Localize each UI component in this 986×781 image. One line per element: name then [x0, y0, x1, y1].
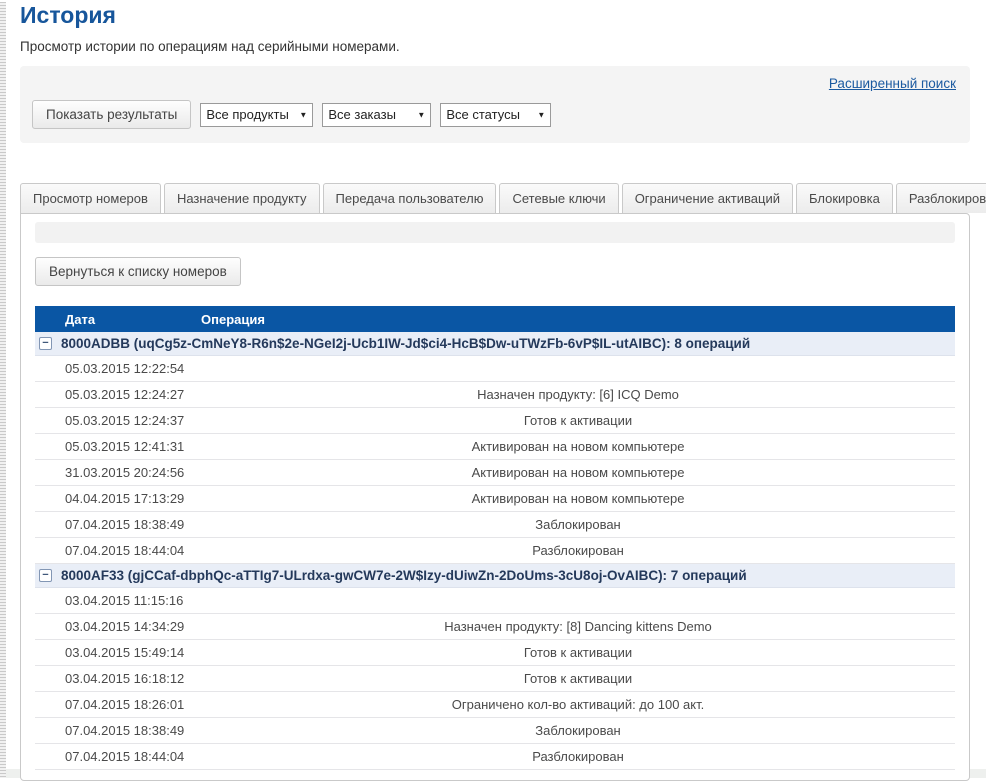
left-gutter: [0, 2, 6, 778]
history-table: Дата Операция − 8000ADBB (uqCg5z-CmNeY8-…: [35, 306, 955, 770]
show-results-button[interactable]: Показать результаты: [32, 100, 191, 129]
history-tab-panel: Вернуться к списку номеров Дата Операция…: [20, 213, 970, 781]
back-button-row: Вернуться к списку номеров: [35, 257, 955, 286]
column-header-operation: Операция: [201, 312, 955, 327]
tab-block[interactable]: Блокировка: [796, 183, 893, 213]
history-row: 03.04.2015 15:49:14 Готов к активации: [35, 640, 955, 666]
history-row-date: 05.03.2015 12:24:37: [65, 413, 201, 428]
history-row-date: 05.03.2015 12:24:27: [65, 387, 201, 402]
history-row-operation: Заблокирован: [201, 517, 955, 532]
history-row-operation: Готов к активации: [201, 413, 955, 428]
serial-group-row[interactable]: − 8000AF33 (gjCCaf-dbphQc-aTTIg7-ULrdxa-…: [35, 564, 955, 588]
tab-unblock[interactable]: Разблокировка: [896, 183, 986, 213]
history-row: 07.04.2015 18:44:04 Разблокирован: [35, 538, 955, 564]
page-subtitle: Просмотр истории по операциям над серийн…: [20, 39, 970, 54]
history-row-operation: Назначен продукту: [6] ICQ Demo: [201, 387, 955, 402]
history-row-date: 03.04.2015 11:15:16: [65, 593, 201, 608]
history-row: 05.03.2015 12:22:54: [35, 356, 955, 382]
tab-network-keys[interactable]: Сетевые ключи: [499, 183, 618, 213]
history-row: 05.03.2015 12:24:37 Готов к активации: [35, 408, 955, 434]
advanced-search-row: Расширенный поиск: [32, 72, 958, 94]
filter-select-wrap: Все заказы ▼: [322, 103, 431, 127]
history-row: 07.04.2015 18:44:04 Разблокирован: [35, 744, 955, 770]
history-row-date: 07.04.2015 18:44:04: [65, 543, 201, 558]
history-row-date: 04.04.2015 17:13:29: [65, 491, 201, 506]
statuses-select[interactable]: Все статусы: [440, 103, 551, 127]
history-row-date: 07.04.2015 18:26:01: [65, 697, 201, 712]
history-row-date: 07.04.2015 18:38:49: [65, 517, 201, 532]
tab-view-numbers[interactable]: Просмотр номеров: [20, 183, 161, 213]
history-row-date: 03.04.2015 14:34:29: [65, 619, 201, 634]
history-row-operation: Активирован на новом компьютере: [201, 439, 955, 454]
table-header-row: Дата Операция: [35, 306, 955, 332]
filter-select-wrap: Все продукты ▼: [200, 103, 313, 127]
history-row: 03.04.2015 16:18:12 Готов к активации: [35, 666, 955, 692]
history-row-operation: Готов к активации: [201, 645, 955, 660]
history-row: 03.04.2015 11:15:16: [35, 588, 955, 614]
history-row: 03.04.2015 14:34:29 Назначен продукту: […: [35, 614, 955, 640]
history-row: 07.04.2015 18:38:49 Заблокирован: [35, 512, 955, 538]
orders-select[interactable]: Все заказы: [322, 103, 431, 127]
filter-panel: Расширенный поиск Показать результаты Вс…: [20, 66, 970, 143]
history-row-date: 05.03.2015 12:41:31: [65, 439, 201, 454]
history-row-date: 03.04.2015 15:49:14: [65, 645, 201, 660]
history-row-date: 07.04.2015 18:38:49: [65, 723, 201, 738]
history-row-operation: Активирован на новом компьютере: [201, 491, 955, 506]
collapse-icon[interactable]: −: [39, 569, 52, 582]
history-row: 07.04.2015 18:26:01 Ограничено кол-во ак…: [35, 692, 955, 718]
empty-message-strip: [35, 222, 955, 243]
advanced-search-link[interactable]: Расширенный поиск: [829, 76, 956, 91]
tab-assign-product[interactable]: Назначение продукту: [164, 183, 320, 213]
history-row-operation: Ограничено кол-во активаций: до 100 акт.: [201, 697, 955, 712]
history-row: 04.04.2015 17:13:29 Активирован на новом…: [35, 486, 955, 512]
history-row-operation: Разблокирован: [201, 543, 955, 558]
filter-select-wrap: Все статусы ▼: [440, 103, 551, 127]
page: История Просмотр истории по операциям на…: [20, 2, 970, 781]
products-select[interactable]: Все продукты: [200, 103, 313, 127]
serial-group-row[interactable]: − 8000ADBB (uqCg5z-CmNeY8-R6n$2e-NGeI2j-…: [35, 332, 955, 356]
tab-transfer-user[interactable]: Передача пользователю: [323, 183, 497, 213]
history-row-operation: Готов к активации: [201, 671, 955, 686]
filter-controls: Показать результаты Все продукты ▼ Все з…: [32, 100, 958, 129]
history-row-operation: Разблокирован: [201, 749, 955, 764]
column-header-date: Дата: [65, 312, 201, 327]
history-row-date: 31.03.2015 20:24:56: [65, 465, 201, 480]
history-row-operation: Активирован на новом компьютере: [201, 465, 955, 480]
history-row: 05.03.2015 12:24:27 Назначен продукту: […: [35, 382, 955, 408]
history-row-operation: Назначен продукту: [8] Dancing kittens D…: [201, 619, 955, 634]
collapse-icon[interactable]: −: [39, 337, 52, 350]
history-row-date: 05.03.2015 12:22:54: [65, 361, 201, 376]
serial-group-title: 8000ADBB (uqCg5z-CmNeY8-R6n$2e-NGeI2j-Uc…: [61, 336, 750, 351]
history-row: 05.03.2015 12:41:31 Активирован на новом…: [35, 434, 955, 460]
page-title: История: [20, 2, 970, 29]
history-row: 31.03.2015 20:24:56 Активирован на новом…: [35, 460, 955, 486]
history-row-date: 03.04.2015 16:18:12: [65, 671, 201, 686]
history-row: 07.04.2015 18:38:49 Заблокирован: [35, 718, 955, 744]
serial-group-title: 8000AF33 (gjCCaf-dbphQc-aTTIg7-ULrdxa-gw…: [61, 568, 747, 583]
tab-bar: Просмотр номеров Назначение продукту Пер…: [20, 183, 970, 213]
history-row-date: 07.04.2015 18:44:04: [65, 749, 201, 764]
history-row-operation: Заблокирован: [201, 723, 955, 738]
back-to-list-button[interactable]: Вернуться к списку номеров: [35, 257, 241, 286]
tab-activation-limit[interactable]: Ограничение активаций: [622, 183, 793, 213]
